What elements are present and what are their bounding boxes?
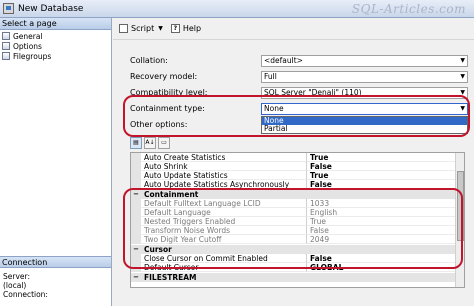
property-name: Auto Shrink [141,162,306,171]
page-icon [2,42,10,50]
page-item-label: Options [13,41,42,51]
recovery-row: Recovery model: Full ▼ [130,70,468,83]
server-label: Server: [3,272,30,281]
page-item-label: Filegroups [13,51,52,61]
recovery-select[interactable]: Full ▼ [261,70,468,83]
grid-gutter [131,171,141,180]
right-pane: Script ▼ ? Help Collation: <default> ▼ R… [113,18,474,306]
page-item-filegroups[interactable]: Filegroups [0,51,111,61]
property-pages-icon[interactable]: ▭ [158,137,170,149]
connection-header: Connection [0,256,111,268]
page-item-general[interactable]: General [0,31,111,41]
grid-gutter [131,153,141,162]
server-value: (local) [3,281,27,290]
collation-label: Collation: [130,56,168,65]
property-value[interactable]: True [306,153,464,162]
help-label: Help [182,24,202,33]
select-page-header: Select a page [0,18,111,30]
containment-highlight-outline [123,188,463,269]
category-label: FILESTREAM [144,273,197,282]
highlight-outline [123,95,470,137]
table-row[interactable]: Auto Create Statistics True [131,153,464,162]
property-value[interactable]: False [306,162,464,171]
collation-value: <default> [264,56,303,65]
property-name: Auto Create Statistics [141,153,306,162]
script-icon [119,24,128,33]
script-label: Script [131,24,155,33]
recovery-label: Recovery model: [130,72,198,81]
table-row[interactable]: Auto Shrink False [131,162,464,171]
collation-select[interactable]: <default> ▼ [261,54,468,67]
page-icon [2,32,10,40]
sort-alpha-icon[interactable]: A↓ [144,137,156,149]
database-icon [3,3,14,14]
property-value[interactable]: True [306,171,464,180]
property-name: Auto Update Statistics [141,171,306,180]
watermark: SQL-Articles.com [351,2,466,16]
category-filestream[interactable]: − FILESTREAM [131,273,464,282]
recovery-value: Full [264,72,277,81]
connection-label: Connection: [3,290,48,299]
help-button[interactable]: ? Help [170,24,202,33]
left-pane: Select a page General Options Filegroups… [0,18,112,306]
window-title: New Database [18,3,84,14]
page-item-label: General [13,31,43,41]
toolbar: Script ▼ ? Help [113,18,474,40]
grid-toolbar: ▤ A↓ ▭ [130,136,190,150]
connection-info: Server: (local) Connection: [3,272,48,299]
script-button[interactable]: Script ▼ [119,24,163,33]
help-icon: ? [170,24,180,33]
chevron-down-icon[interactable]: ▼ [460,57,465,64]
categorized-icon[interactable]: ▤ [130,137,142,149]
page-list: General Options Filegroups [0,30,111,61]
collapse-icon[interactable]: − [132,273,140,281]
collation-row: Collation: <default> ▼ [130,54,468,67]
page-item-options[interactable]: Options [0,41,111,51]
title-bar: New Database SQL-Articles.com [0,0,474,18]
chevron-down-icon[interactable]: ▼ [460,73,465,80]
page-icon [2,52,10,60]
grid-gutter [131,162,141,171]
chevron-down-icon[interactable]: ▼ [158,25,163,32]
table-row[interactable]: Auto Update Statistics True [131,171,464,180]
